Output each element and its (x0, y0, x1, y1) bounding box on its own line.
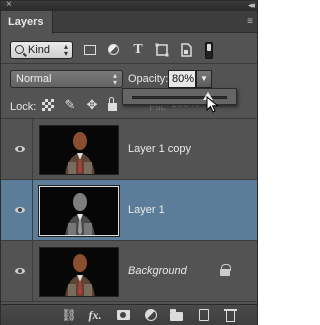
tab-layers[interactable]: Layers (1, 11, 53, 34)
layer-name[interactable]: Layer 1 (128, 204, 165, 216)
adjustment-layer-filter-icon[interactable] (107, 43, 121, 57)
new-adjustment-layer-icon[interactable] (143, 308, 159, 323)
layer-style-fx-button[interactable]: fx. (87, 308, 103, 323)
lock-label: Lock: (10, 101, 37, 113)
layer-row[interactable]: Layer 1 copy (1, 119, 257, 180)
new-layer-icon[interactable] (196, 308, 212, 323)
new-group-folder-icon[interactable] (169, 308, 185, 323)
opacity-label: Opacity: (128, 73, 169, 85)
trash-icon[interactable] (223, 308, 239, 323)
chevron-updown-icon: ▴ ▾ (63, 42, 68, 58)
layer-thumbnail[interactable] (39, 125, 119, 175)
eye-icon[interactable] (15, 268, 25, 274)
mouse-cursor-icon (206, 96, 219, 113)
link-layers-icon[interactable]: ⛓ (61, 308, 77, 323)
opacity-input[interactable]: 80% (168, 70, 196, 88)
layer-name[interactable]: Layer 1 copy (128, 143, 191, 155)
pixel-layer-filter-icon[interactable] (83, 43, 97, 57)
layer-row[interactable]: Background (1, 241, 257, 302)
panel-tabbar: Layers ≡ (1, 11, 257, 34)
eye-icon[interactable] (15, 207, 25, 213)
layer-name[interactable]: Background (128, 265, 187, 277)
add-mask-icon[interactable] (116, 308, 132, 323)
layer-thumbnail[interactable] (38, 185, 120, 237)
opacity-dropdown-button[interactable]: ▼ (196, 70, 212, 88)
layers-list: Layer 1 copy Layer 1 Background (1, 119, 257, 303)
chevron-updown-icon: ▴ ▾ (112, 71, 117, 87)
collapse-panel-icon[interactable]: ◂◂ (248, 0, 255, 11)
layers-footer-toolbar: ⛓ fx. (1, 304, 257, 325)
lock-all-icon[interactable] (105, 97, 119, 112)
visibility-column (1, 119, 33, 179)
filter-toggle-switch[interactable] (205, 42, 213, 59)
panel-menu-icon[interactable]: ≡ (247, 16, 253, 27)
blend-mode-value: Normal (16, 73, 52, 85)
visibility-column (1, 180, 33, 240)
filter-kind-select[interactable]: Kind ▴ ▾ (10, 41, 73, 59)
lock-position-icon[interactable]: ✥ (85, 98, 99, 112)
lock-transparent-pixels-icon[interactable] (41, 98, 55, 112)
layer-row-selected[interactable]: Layer 1 (1, 180, 257, 241)
close-icon[interactable]: × (6, 0, 12, 11)
divider (1, 63, 257, 64)
type-layer-filter-icon[interactable]: T (131, 43, 145, 57)
filter-kind-label: Kind (28, 44, 51, 56)
panel-titlebar: × ◂◂ (1, 0, 257, 11)
layers-panel: × ◂◂ Layers ≡ Kind ▴ ▾ T Normal ▴ ▾ Opacit… (0, 0, 258, 325)
lock-image-pixels-icon[interactable]: ✎ (63, 98, 77, 112)
lock-icon (220, 264, 231, 276)
layer-thumbnail[interactable] (39, 247, 119, 297)
layer-filter-row: Kind ▴ ▾ T (1, 34, 257, 62)
eye-icon[interactable] (15, 146, 25, 152)
smart-object-filter-icon[interactable] (179, 43, 193, 57)
blend-mode-select[interactable]: Normal ▴ ▾ (10, 70, 123, 88)
shape-layer-filter-icon[interactable] (155, 43, 169, 57)
visibility-column (1, 241, 33, 301)
search-icon (15, 45, 24, 54)
